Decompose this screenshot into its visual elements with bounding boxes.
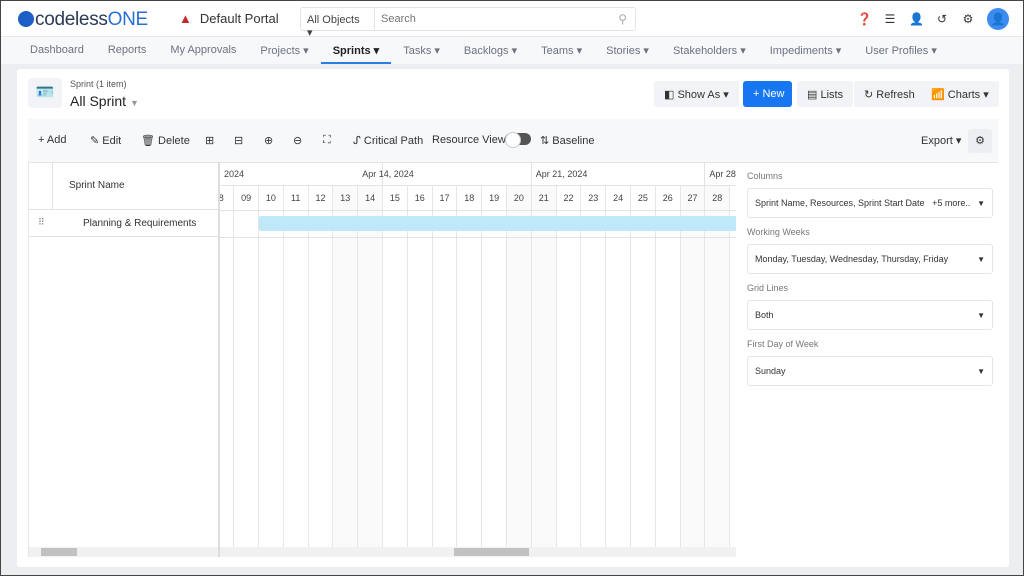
gantt-settings-panel: Columns Sprint Name, Resources, Sprint S… bbox=[747, 171, 993, 395]
grid-line bbox=[220, 237, 736, 238]
database-icon[interactable]: ☰ bbox=[883, 12, 897, 26]
day-column: 29 bbox=[730, 186, 736, 557]
edit-button[interactable]: ✎ Edit bbox=[90, 134, 121, 147]
history-icon[interactable]: ↺ bbox=[935, 12, 949, 26]
gantt-timeline: 8091011121314151617181920212223242526272… bbox=[220, 162, 736, 557]
table-row[interactable]: ⠿ Planning & Requirements bbox=[29, 210, 218, 237]
avatar[interactable]: 👤 bbox=[987, 8, 1009, 30]
resource-view-toggle[interactable] bbox=[505, 132, 531, 148]
nav-tab-sprints[interactable]: Sprints ▾ bbox=[320, 37, 392, 64]
delete-button[interactable]: 🗑 Delete bbox=[141, 134, 190, 147]
day-column: 22 bbox=[557, 186, 582, 557]
grid-line bbox=[220, 210, 736, 211]
day-column: 09 bbox=[234, 186, 259, 557]
resource-view-label: Resource View bbox=[432, 134, 506, 146]
fit-screen-icon[interactable]: ⛶ bbox=[323, 134, 331, 147]
portal-icon: ▲ bbox=[179, 11, 192, 26]
caret-down-icon: ▼ bbox=[977, 310, 985, 320]
day-column: 23 bbox=[581, 186, 607, 557]
charts-button[interactable]: 📶 Charts ▾ bbox=[921, 81, 999, 107]
day-column: 27 bbox=[680, 186, 706, 557]
day-column: 8 bbox=[220, 186, 235, 557]
add-user-icon[interactable]: 👤 bbox=[909, 12, 924, 26]
chevron-down-icon: ▼ bbox=[130, 98, 139, 108]
gear-icon[interactable]: ⚙ bbox=[961, 12, 975, 26]
day-column: 17 bbox=[433, 186, 458, 557]
day-column: 19 bbox=[482, 186, 507, 557]
working-weeks-select[interactable]: Monday, Tuesday, Wednesday, Thursday, Fr… bbox=[747, 244, 993, 274]
logo[interactable]: codelessONE bbox=[18, 9, 148, 31]
nav-tab-stakeholders[interactable]: Stakeholders ▾ bbox=[661, 37, 758, 64]
day-column: 15 bbox=[383, 186, 408, 557]
nav-tab-backlogs[interactable]: Backlogs ▾ bbox=[452, 37, 529, 64]
top-header: codelessONE ▲ Default Portal All Objects … bbox=[1, 1, 1023, 39]
gantt-toolbar: + Add ✎ Edit 🗑 Delete ⊞ ⊟ ⊕ ⊖ ⛶ ᔑ Critic… bbox=[28, 119, 998, 163]
nav-tab-my-approvals[interactable]: My Approvals bbox=[158, 37, 248, 64]
week-header: Apr 28 bbox=[705, 162, 736, 186]
gantt-settings-button[interactable]: ⚙ bbox=[968, 129, 992, 153]
critical-path-button[interactable]: ᔑ Critical Path bbox=[353, 134, 423, 147]
collapse-all-icon[interactable]: ⊟ bbox=[234, 134, 243, 147]
week-header: Apr 21, 2024 bbox=[531, 162, 706, 186]
timeline-scrollbar[interactable] bbox=[220, 547, 736, 557]
nav-tab-dashboard[interactable]: Dashboard bbox=[18, 37, 96, 64]
nav-tab-user-profiles[interactable]: User Profiles ▾ bbox=[853, 37, 949, 64]
nav-tab-teams[interactable]: Teams ▾ bbox=[529, 37, 594, 64]
gantt-grid: Sprint Name ⠿ Planning & Requirements bbox=[28, 162, 220, 557]
caret-down-icon: ▼ bbox=[977, 198, 985, 208]
day-column: 10 bbox=[259, 186, 284, 557]
day-column: 20 bbox=[507, 186, 532, 557]
lists-button[interactable]: ▤ Lists bbox=[797, 81, 854, 107]
content-area: 🪪 Sprint (1 item) All Sprint ▼ ◧ Show As … bbox=[1, 64, 1023, 575]
task-bar[interactable] bbox=[259, 216, 736, 231]
day-column: 13 bbox=[333, 186, 359, 557]
search-input[interactable] bbox=[375, 8, 635, 30]
item-count: Sprint (1 item) bbox=[70, 79, 127, 89]
day-column: 14 bbox=[358, 186, 383, 557]
nav-tab-stories[interactable]: Stories ▾ bbox=[594, 37, 661, 64]
baseline-button[interactable]: ⇅ Baseline bbox=[540, 134, 594, 147]
drag-handle-icon[interactable]: ⠿ bbox=[38, 217, 45, 228]
add-button[interactable]: + Add bbox=[38, 134, 66, 146]
nav-tab-reports[interactable]: Reports bbox=[96, 37, 159, 64]
columns-select[interactable]: Sprint Name, Resources, Sprint Start Dat… bbox=[747, 188, 993, 218]
nav-tab-impediments[interactable]: Impediments ▾ bbox=[758, 37, 854, 64]
export-button[interactable]: Export ▾ bbox=[921, 134, 961, 147]
portal-switcher[interactable]: ▲ Default Portal bbox=[179, 11, 279, 26]
column-header-sprint-name[interactable]: Sprint Name bbox=[69, 180, 125, 191]
sprint-view-card: 🪪 Sprint (1 item) All Sprint ▼ ◧ Show As … bbox=[17, 69, 1009, 567]
caret-down-icon: ▼ bbox=[977, 254, 985, 264]
view-selector[interactable]: All Sprint ▼ bbox=[70, 93, 139, 109]
show-as-button[interactable]: ◧ Show As ▾ bbox=[654, 81, 739, 107]
day-column: 12 bbox=[309, 186, 334, 557]
grid-lines-select[interactable]: Both ▼ bbox=[747, 300, 993, 330]
day-column: 25 bbox=[631, 186, 656, 557]
day-column: 28 bbox=[705, 186, 731, 557]
day-column: 24 bbox=[606, 186, 631, 557]
search-scope-select[interactable]: All Objects ▾ bbox=[301, 8, 375, 39]
caret-down-icon: ▼ bbox=[977, 366, 985, 376]
first-day-select[interactable]: Sunday ▼ bbox=[747, 356, 993, 386]
id-card-icon: 🪪 bbox=[28, 78, 62, 108]
search-icon[interactable]: ⚲ bbox=[618, 12, 627, 26]
zoom-out-icon[interactable]: ⊖ bbox=[293, 134, 302, 147]
refresh-button[interactable]: ↻ Refresh bbox=[854, 81, 925, 107]
nav-tab-tasks[interactable]: Tasks ▾ bbox=[391, 37, 452, 64]
day-column: 18 bbox=[457, 186, 483, 557]
help-icon[interactable]: ❓ bbox=[857, 12, 872, 26]
grid-scrollbar[interactable] bbox=[29, 547, 218, 557]
expand-all-icon[interactable]: ⊞ bbox=[205, 134, 214, 147]
day-column: 16 bbox=[408, 186, 433, 557]
nav-tab-projects[interactable]: Projects ▾ bbox=[248, 37, 320, 64]
app-window: codelessONE ▲ Default Portal All Objects … bbox=[0, 0, 1024, 576]
new-button[interactable]: + New bbox=[743, 81, 792, 107]
day-column: 26 bbox=[656, 186, 681, 557]
day-column: 21 bbox=[531, 186, 557, 557]
search-bar: All Objects ▾ ⚲ bbox=[300, 7, 636, 39]
main-nav: Dashboard Reports My Approvals Projects ▾ Sp… bbox=[1, 37, 1023, 64]
week-header: Apr 14, 2024 bbox=[358, 162, 532, 186]
day-column: 11 bbox=[284, 186, 309, 557]
zoom-in-icon[interactable]: ⊕ bbox=[264, 134, 273, 147]
